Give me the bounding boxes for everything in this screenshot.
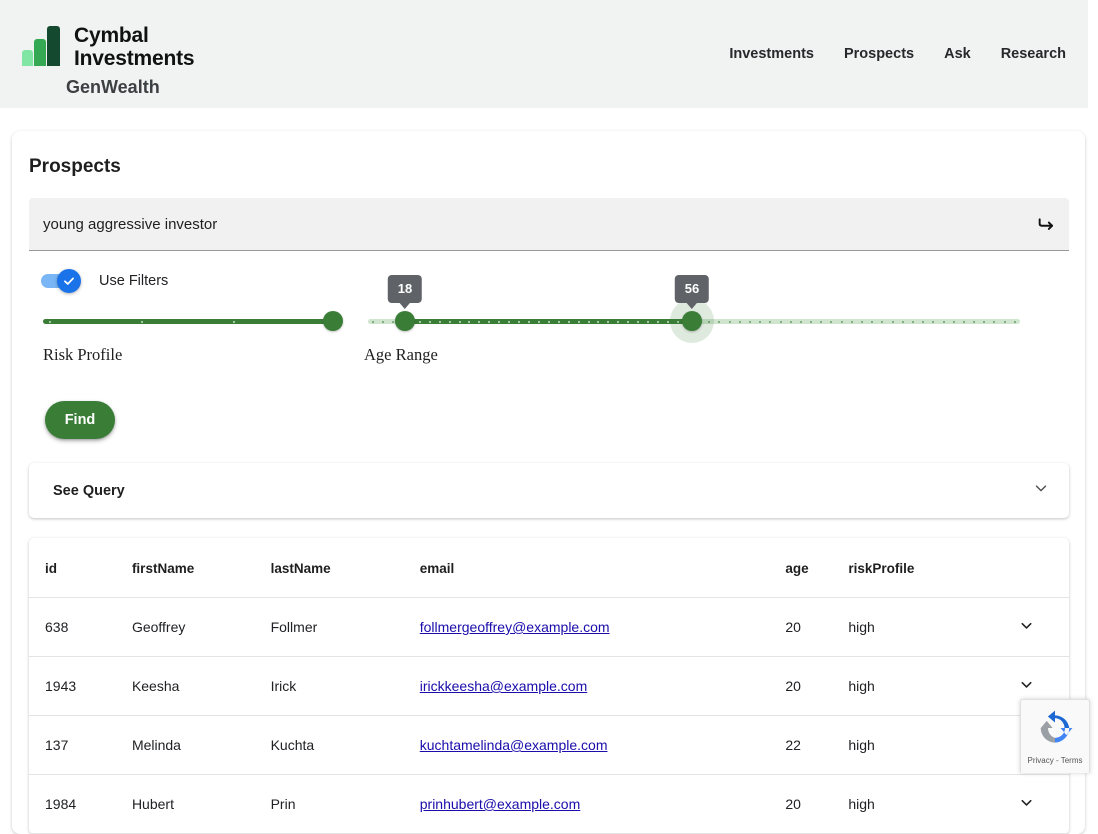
cell-email-link[interactable]: follmergeoffrey@example.com	[420, 619, 610, 635]
column-header-age[interactable]: age	[785, 538, 849, 598]
age-slider-track-active	[395, 319, 693, 324]
cell-lastname: Kuchta	[270, 715, 420, 775]
recaptcha-privacy-terms[interactable]: Privacy - Terms	[1028, 756, 1083, 765]
see-query-panel[interactable]: See Query	[29, 463, 1069, 518]
cell-firstname: Hubert	[131, 774, 271, 834]
column-header-id[interactable]: id	[29, 538, 132, 598]
age-slider-min-value-bubble: 18	[387, 275, 423, 309]
search-input[interactable]	[29, 198, 1025, 250]
nav-item-ask[interactable]: Ask	[944, 46, 971, 62]
cell-email-link[interactable]: kuchtamelinda@example.com	[420, 737, 608, 753]
column-header-firstname[interactable]: firstName	[131, 538, 271, 598]
filter-sliders: Risk Profile 18 56 Age Range	[12, 275, 1085, 393]
bar-chart-logo-icon	[22, 26, 64, 66]
cell-firstname: Keesha	[131, 656, 271, 716]
main-navigation: Investments Prospects Ask Research	[699, 46, 1066, 62]
risk-profile-label: Risk Profile	[43, 345, 123, 364]
age-slider-max-thumb[interactable]	[682, 311, 702, 331]
cell-age: 20	[785, 656, 849, 716]
table-row[interactable]: 137 Melinda Kuchta kuchtamelinda@example…	[29, 715, 1069, 775]
cell-lastname: Irick	[270, 656, 420, 716]
age-slider-min-thumb[interactable]	[395, 311, 415, 331]
brand-name-line2: Investments	[74, 47, 195, 70]
app-header: Cymbal Investments GenWealth Investments…	[0, 0, 1088, 108]
cell-id: 1943	[29, 656, 132, 716]
cell-lastname: Follmer	[270, 597, 420, 657]
prospects-table: id firstName lastName email age riskProf…	[29, 538, 1069, 834]
use-filters-row: Use Filters	[41, 269, 1085, 293]
row-expand-chevron-down-icon[interactable]	[1018, 676, 1035, 696]
age-slider-max-value-bubble: 56	[674, 275, 710, 309]
app-name: GenWealth	[66, 77, 160, 97]
age-slider-active-ticks	[395, 320, 693, 323]
cell-age: 20	[785, 774, 849, 834]
table-row[interactable]: 1943 Keesha Irick irickkeesha@example.co…	[29, 656, 1069, 716]
toggle-thumb	[57, 269, 81, 293]
search-field[interactable]	[29, 198, 1069, 251]
table-header-row: id firstName lastName email age riskProf…	[29, 538, 1069, 598]
nav-item-investments[interactable]: Investments	[729, 46, 814, 62]
find-button[interactable]: Find	[45, 401, 115, 439]
enter-return-arrow-icon	[1036, 212, 1058, 237]
column-header-riskprofile[interactable]: riskProfile	[848, 538, 985, 598]
cell-riskprofile: high	[848, 656, 985, 716]
risk-slider-ticks	[43, 320, 333, 323]
risk-slider-track-active[interactable]	[43, 319, 333, 324]
column-header-email[interactable]: email	[419, 538, 786, 598]
chevron-down-icon[interactable]	[1032, 479, 1050, 502]
table-row[interactable]: 1984 Hubert Prin prinhubert@example.com …	[29, 774, 1069, 834]
use-filters-label: Use Filters	[99, 273, 169, 289]
table-row[interactable]: 638 Geoffrey Follmer follmergeoffrey@exa…	[29, 597, 1069, 657]
cell-riskprofile: high	[848, 715, 985, 775]
page-title: Prospects	[29, 156, 121, 177]
see-query-label: See Query	[53, 482, 125, 499]
age-range-label: Age Range	[364, 345, 438, 364]
risk-slider-thumb[interactable]	[323, 311, 343, 331]
cell-firstname: Geoffrey	[131, 597, 271, 657]
cell-lastname: Prin	[270, 774, 420, 834]
cell-firstname: Melinda	[131, 715, 271, 775]
cell-id: 137	[29, 715, 132, 775]
row-expand-chevron-down-icon[interactable]	[1018, 794, 1035, 814]
row-expand-chevron-down-icon[interactable]	[1018, 617, 1035, 637]
column-header-lastname[interactable]: lastName	[270, 538, 420, 598]
recaptcha-badge[interactable]: Privacy - Terms	[1020, 699, 1090, 773]
search-submit-button[interactable]	[1025, 198, 1069, 250]
cell-email-link[interactable]: prinhubert@example.com	[420, 796, 581, 812]
nav-item-research[interactable]: Research	[1001, 46, 1066, 62]
cell-riskprofile: high	[848, 597, 985, 657]
cell-id: 638	[29, 597, 132, 657]
column-header-expand	[984, 538, 1069, 598]
cell-age: 22	[785, 715, 849, 775]
brand-logo[interactable]: Cymbal Investments	[22, 24, 195, 70]
use-filters-toggle[interactable]	[41, 269, 81, 293]
cell-id: 1984	[29, 774, 132, 834]
cell-age: 20	[785, 597, 849, 657]
cell-riskprofile: high	[848, 774, 985, 834]
recaptcha-logo-icon	[1036, 709, 1074, 752]
check-icon	[62, 274, 76, 288]
cell-email-link[interactable]: irickkeesha@example.com	[420, 678, 588, 694]
brand-name-line1: Cymbal	[74, 24, 149, 47]
prospects-card: Prospects Use Filters	[12, 131, 1085, 834]
nav-item-prospects[interactable]: Prospects	[844, 46, 914, 62]
